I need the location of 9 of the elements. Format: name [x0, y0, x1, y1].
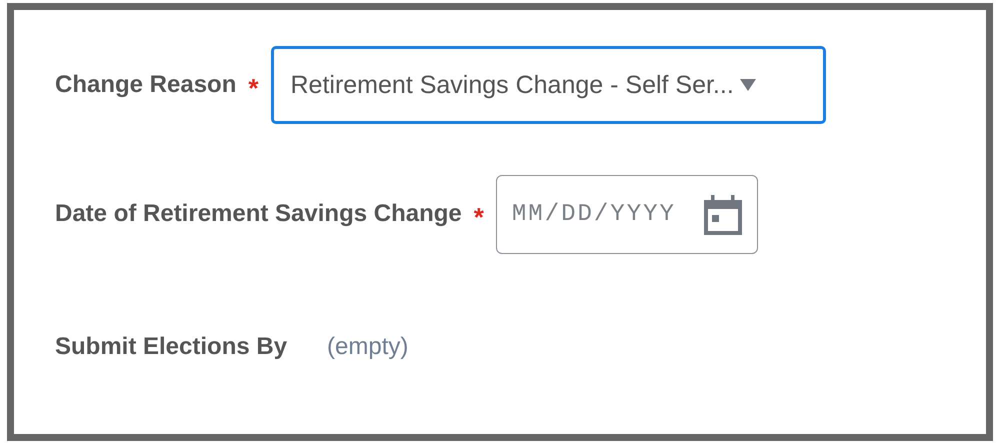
required-asterisk: * [248, 75, 258, 101]
required-asterisk: * [474, 204, 484, 230]
reason-dropdown[interactable]: Retirement Savings Change - Self Ser... [270, 46, 826, 124]
date-field[interactable]: MM/DD/YYYY [496, 174, 758, 254]
field-label: Date of Retirement Savings Change [55, 200, 462, 228]
field-label: Submit Elections By [55, 333, 288, 361]
field-value: (empty) [327, 333, 408, 361]
field-label: Change Reason [55, 71, 236, 99]
caret-icon [740, 79, 756, 91]
